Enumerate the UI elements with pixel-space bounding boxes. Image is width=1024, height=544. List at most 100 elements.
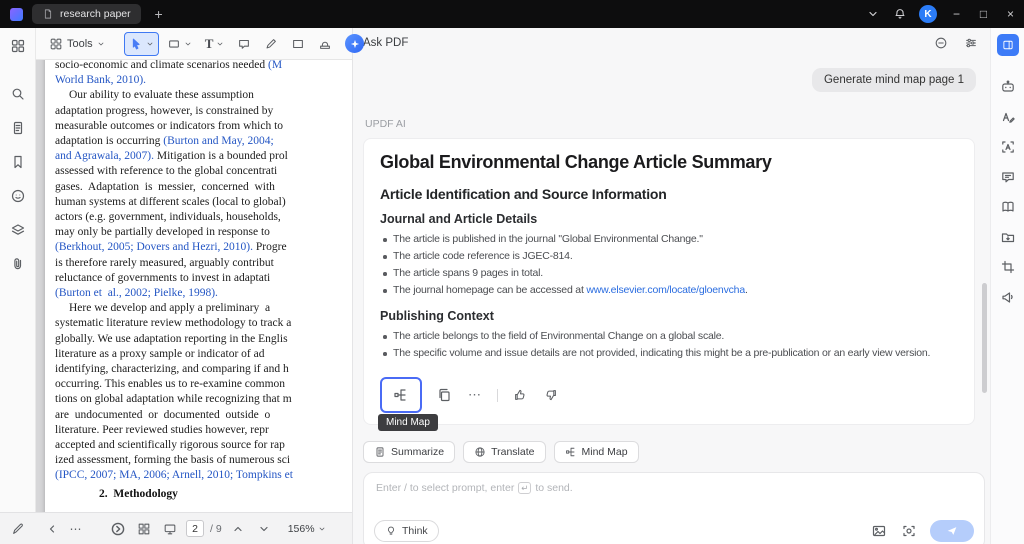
- summary-bullet: The journal homepage can be accessed at …: [380, 282, 958, 299]
- crop-icon[interactable]: [995, 254, 1021, 280]
- chat-settings-icon[interactable]: [962, 34, 980, 52]
- chat-scrollbar[interactable]: [982, 283, 987, 393]
- previous-page-button[interactable]: [228, 519, 248, 539]
- pdf-text-line: tions on global adaptation while recogni…: [55, 392, 352, 407]
- mind-map-action-button[interactable]: [380, 377, 422, 413]
- summary-title: Global Environmental Change Article Summ…: [380, 152, 958, 173]
- document-tab[interactable]: research paper: [32, 4, 141, 24]
- folder-export-icon[interactable]: [995, 224, 1021, 250]
- statusbar: ⋯ 2 / 9 156%: [0, 512, 352, 544]
- pdf-text-line: measurable outcomes or indicators from w…: [55, 119, 352, 134]
- zoom-level: 156%: [288, 523, 315, 535]
- pdf-text-line: (IPCC, 2007; MA, 2006; Arnell, 2010; Tom…: [55, 468, 352, 483]
- message-actions: Mind Map ⋯: [380, 376, 958, 414]
- page-number-input[interactable]: 2: [186, 520, 204, 537]
- journal-homepage-link[interactable]: www.elsevier.com/locate/gloenvcha: [586, 284, 745, 296]
- quick-actions: Summarize Translate Mind Map: [363, 441, 982, 463]
- titlebar: research paper + K − □ ×: [0, 0, 1024, 28]
- section-heading: 2. Methodology: [99, 487, 352, 502]
- document-toolbar: Tools T: [36, 28, 352, 60]
- text-tool-button[interactable]: T: [200, 32, 230, 56]
- thumbs-up-icon[interactable]: [511, 386, 529, 404]
- summarize-icon: [374, 446, 386, 458]
- speech-bubble-icon: [237, 37, 251, 51]
- zoom-control[interactable]: 156%: [288, 523, 326, 535]
- chevron-up-icon: [232, 523, 244, 535]
- pdf-text-line: adaptation progress, however, is constra…: [55, 104, 352, 119]
- minimize-button[interactable]: −: [943, 0, 970, 28]
- chat-edit-icon[interactable]: [995, 164, 1021, 190]
- maximize-button[interactable]: □: [970, 0, 997, 28]
- mind-map-icon: [565, 446, 577, 458]
- mind-map-chip[interactable]: Mind Map: [554, 441, 639, 463]
- close-button[interactable]: ×: [997, 0, 1024, 28]
- pdf-text-line: World Bank, 2010).: [55, 73, 352, 88]
- pdf-text-column: socio-economic and climate scenarios nee…: [55, 60, 352, 502]
- translate-chip[interactable]: Translate: [463, 441, 545, 463]
- pdf-text-line: reluctance of governments to invest in a…: [55, 271, 352, 286]
- pdf-text-line: systematic literature review methodology…: [55, 316, 352, 331]
- tabs-dropdown-button[interactable]: [859, 0, 886, 28]
- shape-tool-button[interactable]: [162, 32, 197, 56]
- layers-icon[interactable]: [4, 216, 32, 244]
- ai-translate-icon[interactable]: [995, 104, 1021, 130]
- bookmark-icon[interactable]: [4, 148, 32, 176]
- comment-tool-button[interactable]: [232, 32, 256, 56]
- pdf-text-line: and Agrawala, 2007). Mitigation is a bou…: [55, 149, 352, 164]
- pdf-text-line: adaptation is occurring (Burton and May,…: [55, 134, 352, 149]
- panel-toggle-icon[interactable]: [997, 34, 1019, 56]
- new-tab-button[interactable]: +: [151, 6, 167, 22]
- think-label: Think: [402, 525, 428, 537]
- ai-assistant-button[interactable]: [340, 32, 369, 56]
- notifications-button[interactable]: [886, 0, 913, 28]
- tools-menu-button[interactable]: Tools: [42, 32, 112, 56]
- pdf-viewer[interactable]: socio-economic and climate scenarios nee…: [36, 60, 352, 512]
- grid-view-icon: [137, 522, 151, 536]
- next-page-button[interactable]: [254, 519, 274, 539]
- document-icon: [42, 8, 54, 20]
- stylus-icon[interactable]: [8, 519, 28, 539]
- expand-panel-button[interactable]: [108, 519, 128, 539]
- mind-map-icon: [393, 387, 409, 403]
- stamp-tool-button[interactable]: [313, 32, 337, 56]
- select-tool-button[interactable]: [124, 32, 159, 56]
- text-recognition-icon[interactable]: [995, 134, 1021, 160]
- pdf-text-line: gases. Adaptation is messier, concerned …: [55, 180, 352, 195]
- collapse-chat-icon[interactable]: [932, 34, 950, 52]
- user-avatar[interactable]: K: [919, 5, 937, 23]
- summarize-chip[interactable]: Summarize: [363, 441, 455, 463]
- pdf-text-line: identifying, characterizing, and compari…: [55, 362, 352, 377]
- pdf-text-line: occurring. This enables us to re-examine…: [55, 377, 352, 392]
- search-icon[interactable]: [4, 80, 32, 108]
- rectangle-tool-button[interactable]: [286, 32, 310, 56]
- paper-plane-icon: [946, 525, 958, 537]
- send-button[interactable]: [930, 520, 974, 542]
- chevron-down-icon: [867, 8, 879, 20]
- presentation-button[interactable]: [160, 519, 180, 539]
- ai-robot-icon[interactable]: [995, 74, 1021, 100]
- thumbnail-view-button[interactable]: [134, 519, 154, 539]
- prompt-input[interactable]: Enter / to select prompt, enter ↵ to sen…: [363, 472, 985, 544]
- think-toggle[interactable]: Think: [374, 520, 439, 542]
- think-bulb-icon: [385, 525, 397, 537]
- ai-sparkle-icon: [345, 34, 364, 53]
- apps-grid-icon[interactable]: [4, 32, 32, 60]
- screenshot-icon[interactable]: [900, 522, 918, 540]
- pdf-text-line: accepted and scientifically rigorous sou…: [55, 438, 352, 453]
- pen-tool-button[interactable]: [259, 32, 283, 56]
- pdf-text-line: are undocumented or documented outside o: [55, 408, 352, 423]
- page-thumbnails-icon[interactable]: [4, 114, 32, 142]
- more-options-button[interactable]: ⋯: [66, 519, 86, 539]
- reader-book-icon[interactable]: [995, 194, 1021, 220]
- copy-icon[interactable]: [435, 386, 453, 404]
- thumbs-down-icon[interactable]: [542, 386, 560, 404]
- more-actions-icon[interactable]: ⋯: [466, 386, 484, 404]
- pdf-text-line: Our ability to evaluate these assumption: [55, 88, 352, 103]
- announcement-icon[interactable]: [995, 284, 1021, 310]
- pdf-text-line: literature. Peer reviewed studies howeve…: [55, 423, 352, 438]
- attachments-icon[interactable]: [4, 250, 32, 278]
- left-sidebar: [0, 28, 36, 512]
- insert-image-icon[interactable]: [870, 522, 888, 540]
- comments-icon[interactable]: [4, 182, 32, 210]
- history-back-button[interactable]: [42, 519, 62, 539]
